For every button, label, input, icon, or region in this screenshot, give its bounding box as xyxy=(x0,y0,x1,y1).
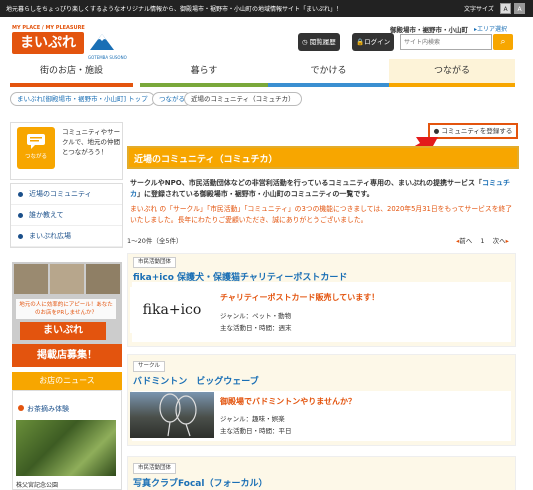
pager-current: 1 xyxy=(480,237,485,245)
site-tagline: 地元暮らしをちょっぴり楽しくするようなオリジナル情報から、御殿場市・裾野市・小山… xyxy=(6,6,343,13)
ad-logo: まいぷれ xyxy=(20,322,106,340)
card-headline: チャリティーポストカード販売しています！ xyxy=(220,293,380,302)
clock-icon: ◷ xyxy=(302,38,310,46)
current-area: 御殿場市・裾野市・小山町 xyxy=(390,26,468,34)
pager-next[interactable]: 次へ xyxy=(493,237,506,245)
ad-photo xyxy=(50,264,84,294)
bullet-icon xyxy=(18,405,24,411)
card-title[interactable]: 写真クラブFocal（フォーカル） xyxy=(133,476,267,489)
card-headline: 御殿場でバドミントンやりませんか？ xyxy=(220,397,356,406)
login-label: ログイン xyxy=(364,38,391,46)
result-count: 1〜20件（全5件） xyxy=(127,237,183,245)
connect-category-label: つながる xyxy=(24,154,47,160)
card-genre: ジャンル：趣味・娯楽 xyxy=(220,415,285,423)
category-tag: サークル xyxy=(133,361,165,372)
news-item-label: お茶摘み体験 xyxy=(27,405,69,413)
history-button[interactable]: ◷ 閲覧履歴 xyxy=(298,33,340,51)
logo-tagline: MY PLACE / MY PLEASURE xyxy=(12,25,85,31)
pager-prev[interactable]: 前へ xyxy=(459,237,472,245)
intro-text-part: サークルやNPO、市民活動団体などの非営利活動を行っているコミュニティ専用の、ま… xyxy=(130,179,482,187)
lock-icon: 🔒 xyxy=(356,38,365,46)
news-item-link[interactable]: お茶摘み体験 xyxy=(18,404,69,414)
connect-category-icon: つながる xyxy=(17,127,55,169)
nav-living[interactable]: 暮らす xyxy=(140,59,268,87)
font-size-small-button[interactable]: A xyxy=(500,3,511,14)
intro-text: サークルやNPO、市民活動団体などの非営利活動を行っているコミュニティ専用の、ま… xyxy=(130,178,515,200)
area-select-link[interactable]: ▸エリア選択 xyxy=(474,24,507,33)
area-select-label: エリア選択 xyxy=(477,26,508,33)
shop-news-heading: お店のニュース xyxy=(12,372,122,390)
category-tag: 市民活動団体 xyxy=(133,463,177,474)
card-image[interactable]: fika+ico xyxy=(130,287,214,333)
ad-photo xyxy=(14,264,48,294)
sidebar-item-plaza[interactable]: まいぷれ広場 xyxy=(11,226,122,247)
ad-recruit-label: 掲載店募集！ xyxy=(12,344,122,367)
news-photo[interactable] xyxy=(16,420,116,476)
service-end-notice: まいぷれ の「サークル」「市民活動」「コミュニティ」の3つの機能につきましては、… xyxy=(130,205,513,224)
ad-photo xyxy=(86,264,120,294)
chat-bubble-icon xyxy=(27,134,45,149)
nav-shops[interactable]: 街のお店・施設 xyxy=(10,59,133,87)
breadcrumb-current: 近場のコミュニティ（コミュチカ） xyxy=(184,92,302,106)
search-icon: ⌕ xyxy=(500,37,506,47)
card-title[interactable]: fika+ico 保護犬・保護猫チャリティーポストカード xyxy=(133,270,347,283)
nav-outing[interactable]: でかける xyxy=(268,59,389,87)
sidebar-item-ask[interactable]: 誰か教えて xyxy=(11,205,122,226)
card-title[interactable]: バドミントン ビッグウェーブ xyxy=(133,374,259,387)
font-size-large-button[interactable]: A xyxy=(514,3,525,14)
news-caption: 株父宮記念公園 xyxy=(16,482,59,489)
card-genre: ジャンル：ペット・動物 xyxy=(220,312,292,320)
card-image[interactable] xyxy=(130,392,214,438)
page-title: 近場のコミュニティ（コミュチカ） xyxy=(134,155,278,165)
pager: ◂前へ 1 次へ▸ xyxy=(456,235,509,245)
ad-copy: 地元の人に効率的にアピール！あなたのお店をPRしませんか？ xyxy=(16,299,116,319)
breadcrumb-home[interactable]: まいぷれ[御殿場市・裾野市・小山町] トップ xyxy=(10,92,155,106)
sidebar-description: コミュニティやサークルで、地元の仲間とつながろう！ xyxy=(62,128,121,156)
card-activity-time: 主な活動日・時間：平日 xyxy=(220,427,292,435)
mountain-logo-icon xyxy=(90,34,114,50)
font-size-label: 文字サイズ xyxy=(464,6,494,13)
pager-next-icon: ▸ xyxy=(505,237,509,245)
nav-connect[interactable]: つながる xyxy=(389,59,515,87)
search-input[interactable] xyxy=(400,34,492,50)
badminton-racket-icon xyxy=(159,393,197,437)
history-label: 閲覧履歴 xyxy=(309,38,336,46)
login-button[interactable]: 🔒ログイン xyxy=(352,33,395,51)
search-button[interactable]: ⌕ xyxy=(493,34,513,50)
site-logo[interactable]: まいぷれ xyxy=(12,32,84,54)
sidebar-menu: 近場のコミュニティ 誰か教えて まいぷれ広場 xyxy=(10,183,123,248)
card-activity-time: 主な活動日・時間：週末 xyxy=(220,324,292,332)
top-bar: 地元暮らしをちょっぴり楽しくするようなオリジナル情報から、御殿場市・裾野市・小山… xyxy=(0,0,533,17)
intro-text-part: 」に登録されている御殿場市・裾野市・小山町のコミュニティの一覧です。 xyxy=(137,190,374,198)
category-tag: 市民活動団体 xyxy=(133,257,177,268)
sidebar-item-community[interactable]: 近場のコミュニティ xyxy=(11,184,122,205)
register-community-label: コミュニティを登録する xyxy=(441,127,513,135)
